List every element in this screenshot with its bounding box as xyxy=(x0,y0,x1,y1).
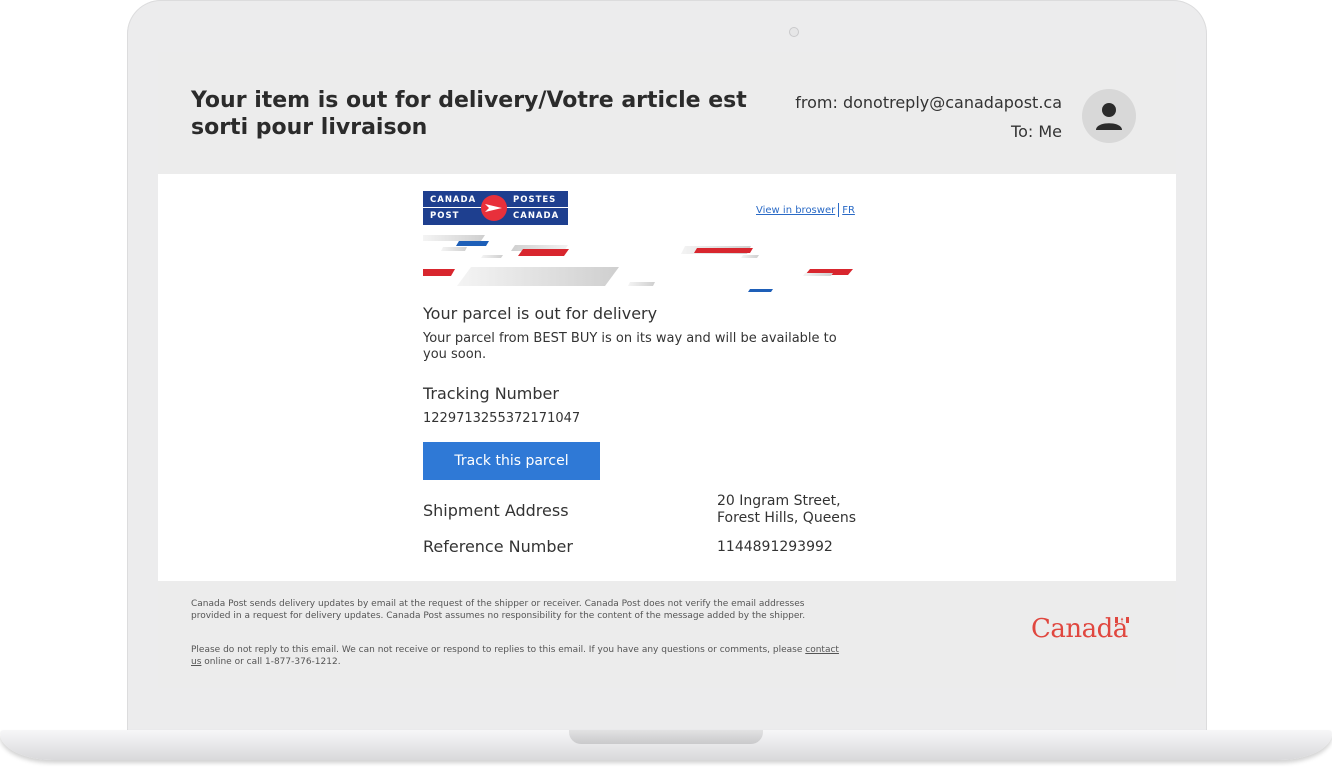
logo-text-canada: CANADA xyxy=(430,195,477,205)
logo-text-post: POST xyxy=(430,211,460,221)
canada-post-logo: CANADA POSTES POST CANADA xyxy=(423,191,568,225)
tracking-number-value: 1229713255372171047 xyxy=(423,411,581,426)
shipment-address-line-2: Forest Hills, Queens xyxy=(717,510,857,526)
tracking-number-label: Tracking Number xyxy=(423,384,559,403)
reference-number-label: Reference Number xyxy=(423,537,573,556)
postal-arrow-icon xyxy=(485,204,502,212)
footer-disclaimer: Canada Post sends delivery updates by em… xyxy=(191,599,806,621)
email-window: Your item is out for delivery/Votre arti… xyxy=(158,52,1176,688)
camera xyxy=(789,27,799,37)
email-from: from: donotreply@canadapost.ca xyxy=(795,93,1062,112)
shipment-address-label: Shipment Address xyxy=(423,501,569,520)
link-separator xyxy=(838,203,840,217)
logo-emblem xyxy=(481,195,507,221)
header-links: View in broswer FR xyxy=(756,203,855,217)
canada-wordmark: Canada xyxy=(1031,614,1129,644)
track-parcel-button[interactable]: Track this parcel xyxy=(423,442,600,480)
french-link[interactable]: FR xyxy=(842,205,855,216)
parcel-status-title: Your parcel is out for delivery xyxy=(423,304,658,323)
view-in-browser-link[interactable]: View in broswer xyxy=(756,205,835,216)
logo-text-postes: POSTES xyxy=(513,195,557,205)
email-header: Your item is out for delivery/Votre arti… xyxy=(158,52,1176,174)
shipment-address-value: 20 Ingram Street, Forest Hills, Queens xyxy=(717,493,856,527)
logo-text-canada-2: CANADA xyxy=(513,211,560,221)
footer-contact-text-after: online or call 1-877-376-1212. xyxy=(201,656,341,667)
footer-contact-note: Please do not reply to this email. We ca… xyxy=(191,645,851,668)
email-subject: Your item is out for delivery/Votre arti… xyxy=(191,88,747,140)
laptop-notch xyxy=(569,730,763,744)
user-icon xyxy=(1096,103,1122,130)
canada-flag-icon xyxy=(1114,617,1129,623)
email-to: To: Me xyxy=(1011,122,1062,141)
canada-wordmark-text: Canada xyxy=(1031,614,1128,644)
shipment-address-line-1: 20 Ingram Street, xyxy=(717,493,841,509)
reference-number-value: 1144891293992 xyxy=(717,539,833,555)
footer-contact-text-before: Please do not reply to this email. We ca… xyxy=(191,645,806,655)
email-footer: Canada Post sends delivery updates by em… xyxy=(158,581,1176,688)
parcel-status-description: Your parcel from BEST BUY is on its way … xyxy=(423,331,837,362)
decorative-stripes xyxy=(423,235,853,292)
avatar[interactable] xyxy=(1082,89,1136,143)
